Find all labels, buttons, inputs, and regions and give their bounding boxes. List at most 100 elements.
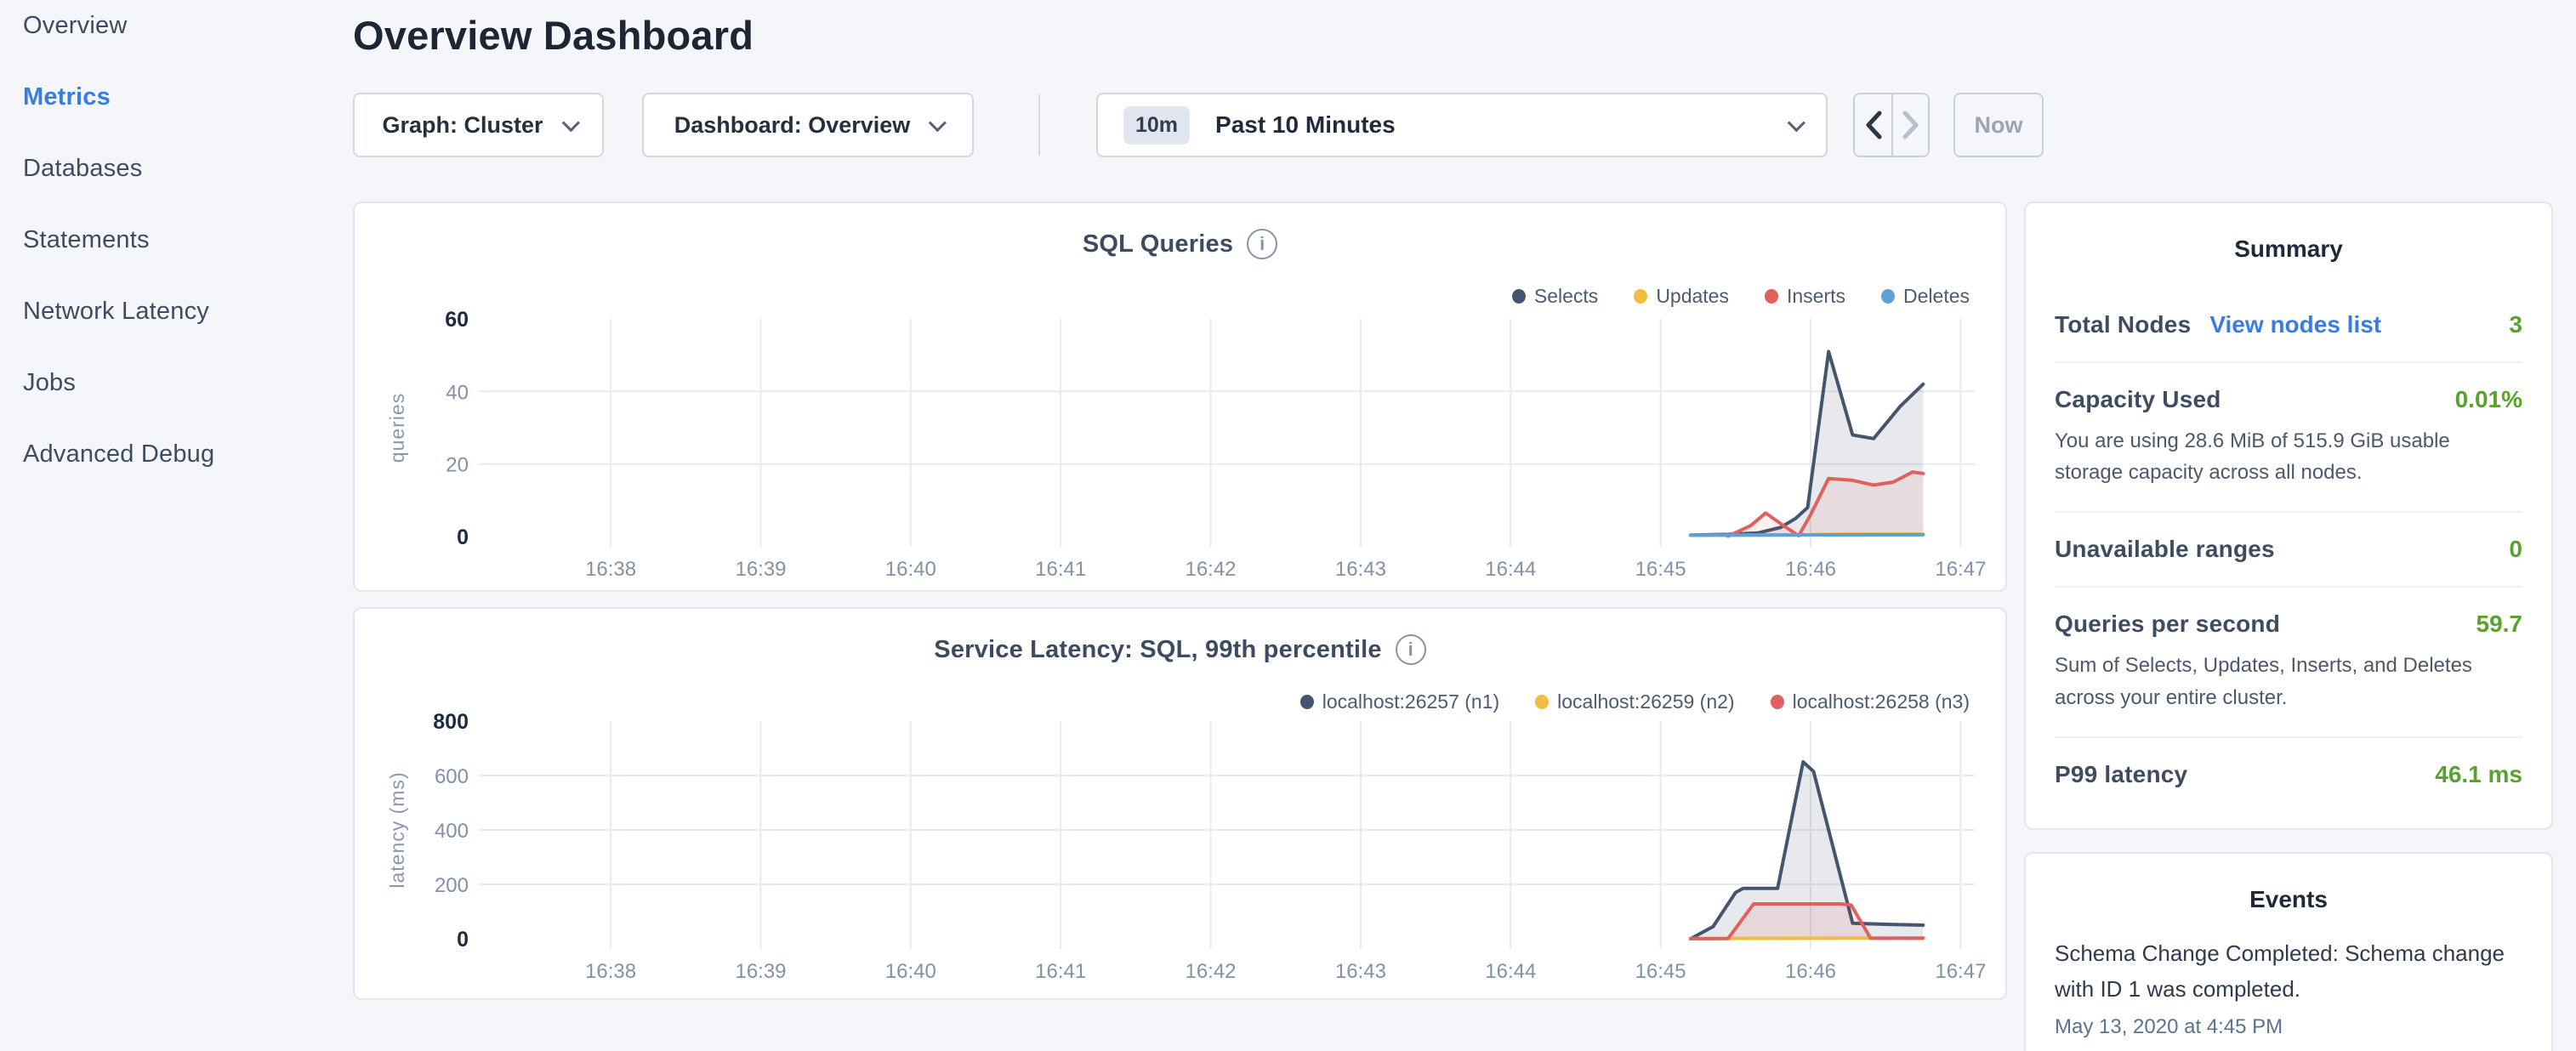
summary-row-label: Queries per second <box>2055 611 2280 638</box>
legend-swatch <box>1771 695 1784 709</box>
time-pager <box>1853 93 1930 157</box>
chevron-down-icon <box>561 114 579 132</box>
toolbar-divider <box>1038 94 1040 156</box>
svg-text:latency (ms): latency (ms) <box>386 771 408 888</box>
svg-text:0: 0 <box>457 928 469 952</box>
main-content: Overview Dashboard Graph: Cluster Dashbo… <box>340 0 2576 1051</box>
svg-text:16:40: 16:40 <box>885 960 936 983</box>
legend-item-inserts[interactable]: Inserts <box>1765 285 1845 308</box>
summary-row-value: 0 <box>2509 536 2522 563</box>
svg-text:16:44: 16:44 <box>1485 558 1536 581</box>
svg-text:40: 40 <box>446 381 469 404</box>
chevron-left-icon <box>1864 111 1883 139</box>
charts-column: SQL Queries i Selects Updates <box>353 202 2007 1000</box>
summary-row-value: 46.1 ms <box>2435 761 2522 788</box>
summary-row-label: Total Nodes <box>2055 311 2191 338</box>
svg-text:16:44: 16:44 <box>1485 960 1536 983</box>
info-icon[interactable]: i <box>1396 634 1426 665</box>
sidebar-item-statements[interactable]: Statements <box>23 226 340 254</box>
summary-row-value: 0.01% <box>2455 386 2522 413</box>
legend-label: Inserts <box>1787 285 1845 308</box>
svg-text:200: 200 <box>435 874 469 897</box>
graph-scope-dropdown[interactable]: Graph: Cluster <box>353 93 604 157</box>
chart-legend: localhost:26257 (n1) localhost:26259 (n2… <box>1300 690 1970 713</box>
legend-label: localhost:26259 (n2) <box>1557 690 1734 713</box>
summary-row-unavailable-ranges: Unavailable ranges 0 <box>2055 513 2522 588</box>
sql-queries-chart[interactable]: 16:3816:3916:4016:4116:4216:4316:4416:45… <box>355 309 2005 581</box>
summary-row-label: Capacity Used <box>2055 386 2221 413</box>
time-next-button[interactable] <box>1891 94 1928 156</box>
time-prev-button[interactable] <box>1855 94 1891 156</box>
time-range-dropdown[interactable]: 10m Past 10 Minutes <box>1096 93 1828 157</box>
legend-item-selects[interactable]: Selects <box>1512 285 1598 308</box>
events-panel: Events Schema Change Completed: Schema c… <box>2024 852 2553 1051</box>
legend-swatch <box>1300 695 1314 709</box>
toolbar: Graph: Cluster Dashboard: Overview 10m P… <box>353 93 2553 157</box>
chevron-right-icon <box>1902 111 1920 139</box>
svg-text:16:42: 16:42 <box>1185 558 1236 581</box>
sidebar-item-metrics[interactable]: Metrics <box>23 83 340 111</box>
chart-title: Service Latency: SQL, 99th percentile <box>934 636 1381 664</box>
summary-title: Summary <box>2055 236 2522 263</box>
svg-text:queries: queries <box>386 393 408 463</box>
summary-panel: Summary Total Nodes View nodes list 3 Ca… <box>2024 202 2553 830</box>
legend-item-node3[interactable]: localhost:26258 (n3) <box>1771 690 1970 713</box>
svg-text:16:46: 16:46 <box>1785 558 1836 581</box>
service-latency-chart[interactable]: 16:3816:3916:4016:4116:4216:4316:4416:45… <box>355 711 2005 983</box>
sidebar: Overview Metrics Databases Statements Ne… <box>0 0 340 1051</box>
svg-text:0: 0 <box>457 526 469 549</box>
summary-row-label: P99 latency <box>2055 761 2187 788</box>
events-title: Events <box>2055 886 2522 913</box>
summary-row-queries-per-second: Queries per second 59.7 Sum of Selects, … <box>2055 588 2522 737</box>
legend-item-deletes[interactable]: Deletes <box>1881 285 1970 308</box>
svg-text:16:47: 16:47 <box>1935 558 1986 581</box>
sql-queries-chart-card: SQL Queries i Selects Updates <box>353 202 2007 592</box>
info-icon[interactable]: i <box>1247 229 1277 259</box>
event-message[interactable]: Schema Change Completed: Schema change w… <box>2055 935 2522 1007</box>
summary-row-description: You are using 28.6 MiB of 515.9 GiB usab… <box>2055 425 2522 488</box>
legend-swatch <box>1512 289 1526 304</box>
svg-text:16:41: 16:41 <box>1035 558 1086 581</box>
svg-text:16:46: 16:46 <box>1785 960 1836 983</box>
legend-label: localhost:26258 (n3) <box>1793 690 1970 713</box>
summary-row-description: Sum of Selects, Updates, Inserts, and De… <box>2055 650 2522 713</box>
dashboard-dropdown[interactable]: Dashboard: Overview <box>642 93 974 157</box>
view-nodes-list-link[interactable]: View nodes list <box>2209 311 2381 338</box>
sidebar-item-databases[interactable]: Databases <box>23 155 340 183</box>
graph-scope-dropdown-label: Graph: Cluster <box>382 112 543 139</box>
chart-title: SQL Queries <box>1083 230 1233 258</box>
legend-item-node2[interactable]: localhost:26259 (n2) <box>1535 690 1734 713</box>
page-title: Overview Dashboard <box>353 12 2553 59</box>
summary-row-capacity-used: Capacity Used 0.01% You are using 28.6 M… <box>2055 363 2522 513</box>
sidebar-item-jobs[interactable]: Jobs <box>23 369 340 397</box>
sidebar-item-network-latency[interactable]: Network Latency <box>23 298 340 326</box>
svg-text:16:43: 16:43 <box>1335 960 1386 983</box>
summary-row-p99-latency: P99 latency 46.1 ms <box>2055 738 2522 811</box>
svg-text:16:38: 16:38 <box>585 558 636 581</box>
event-timestamp: May 13, 2020 at 4:45 PM <box>2055 1015 2522 1039</box>
svg-text:16:41: 16:41 <box>1035 960 1086 983</box>
sidebar-item-overview[interactable]: Overview <box>23 12 340 40</box>
summary-row-label: Unavailable ranges <box>2055 536 2275 563</box>
dashboard-grid: SQL Queries i Selects Updates <box>353 202 2553 1051</box>
sidebar-item-advanced-debug[interactable]: Advanced Debug <box>23 440 340 469</box>
legend-item-node1[interactable]: localhost:26257 (n1) <box>1300 690 1499 713</box>
svg-text:16:38: 16:38 <box>585 960 636 983</box>
svg-text:60: 60 <box>445 309 469 332</box>
legend-item-updates[interactable]: Updates <box>1634 285 1729 308</box>
svg-text:16:40: 16:40 <box>885 558 936 581</box>
time-range-badge: 10m <box>1123 106 1190 145</box>
chart-legend: Selects Updates Inserts Deletes <box>1512 285 1970 308</box>
svg-text:16:39: 16:39 <box>735 558 786 581</box>
svg-text:400: 400 <box>435 820 469 843</box>
service-latency-chart-card: Service Latency: SQL, 99th percentile i … <box>353 607 2007 1000</box>
now-button[interactable]: Now <box>1953 93 2044 157</box>
legend-swatch <box>1765 289 1778 304</box>
dashboard-dropdown-label: Dashboard: Overview <box>674 112 911 139</box>
svg-text:16:39: 16:39 <box>735 960 786 983</box>
legend-label: Deletes <box>1903 285 1970 308</box>
svg-text:800: 800 <box>433 711 469 734</box>
legend-swatch <box>1634 289 1647 304</box>
summary-row-total-nodes: Total Nodes View nodes list 3 <box>2055 288 2522 363</box>
svg-text:16:45: 16:45 <box>1635 960 1686 983</box>
